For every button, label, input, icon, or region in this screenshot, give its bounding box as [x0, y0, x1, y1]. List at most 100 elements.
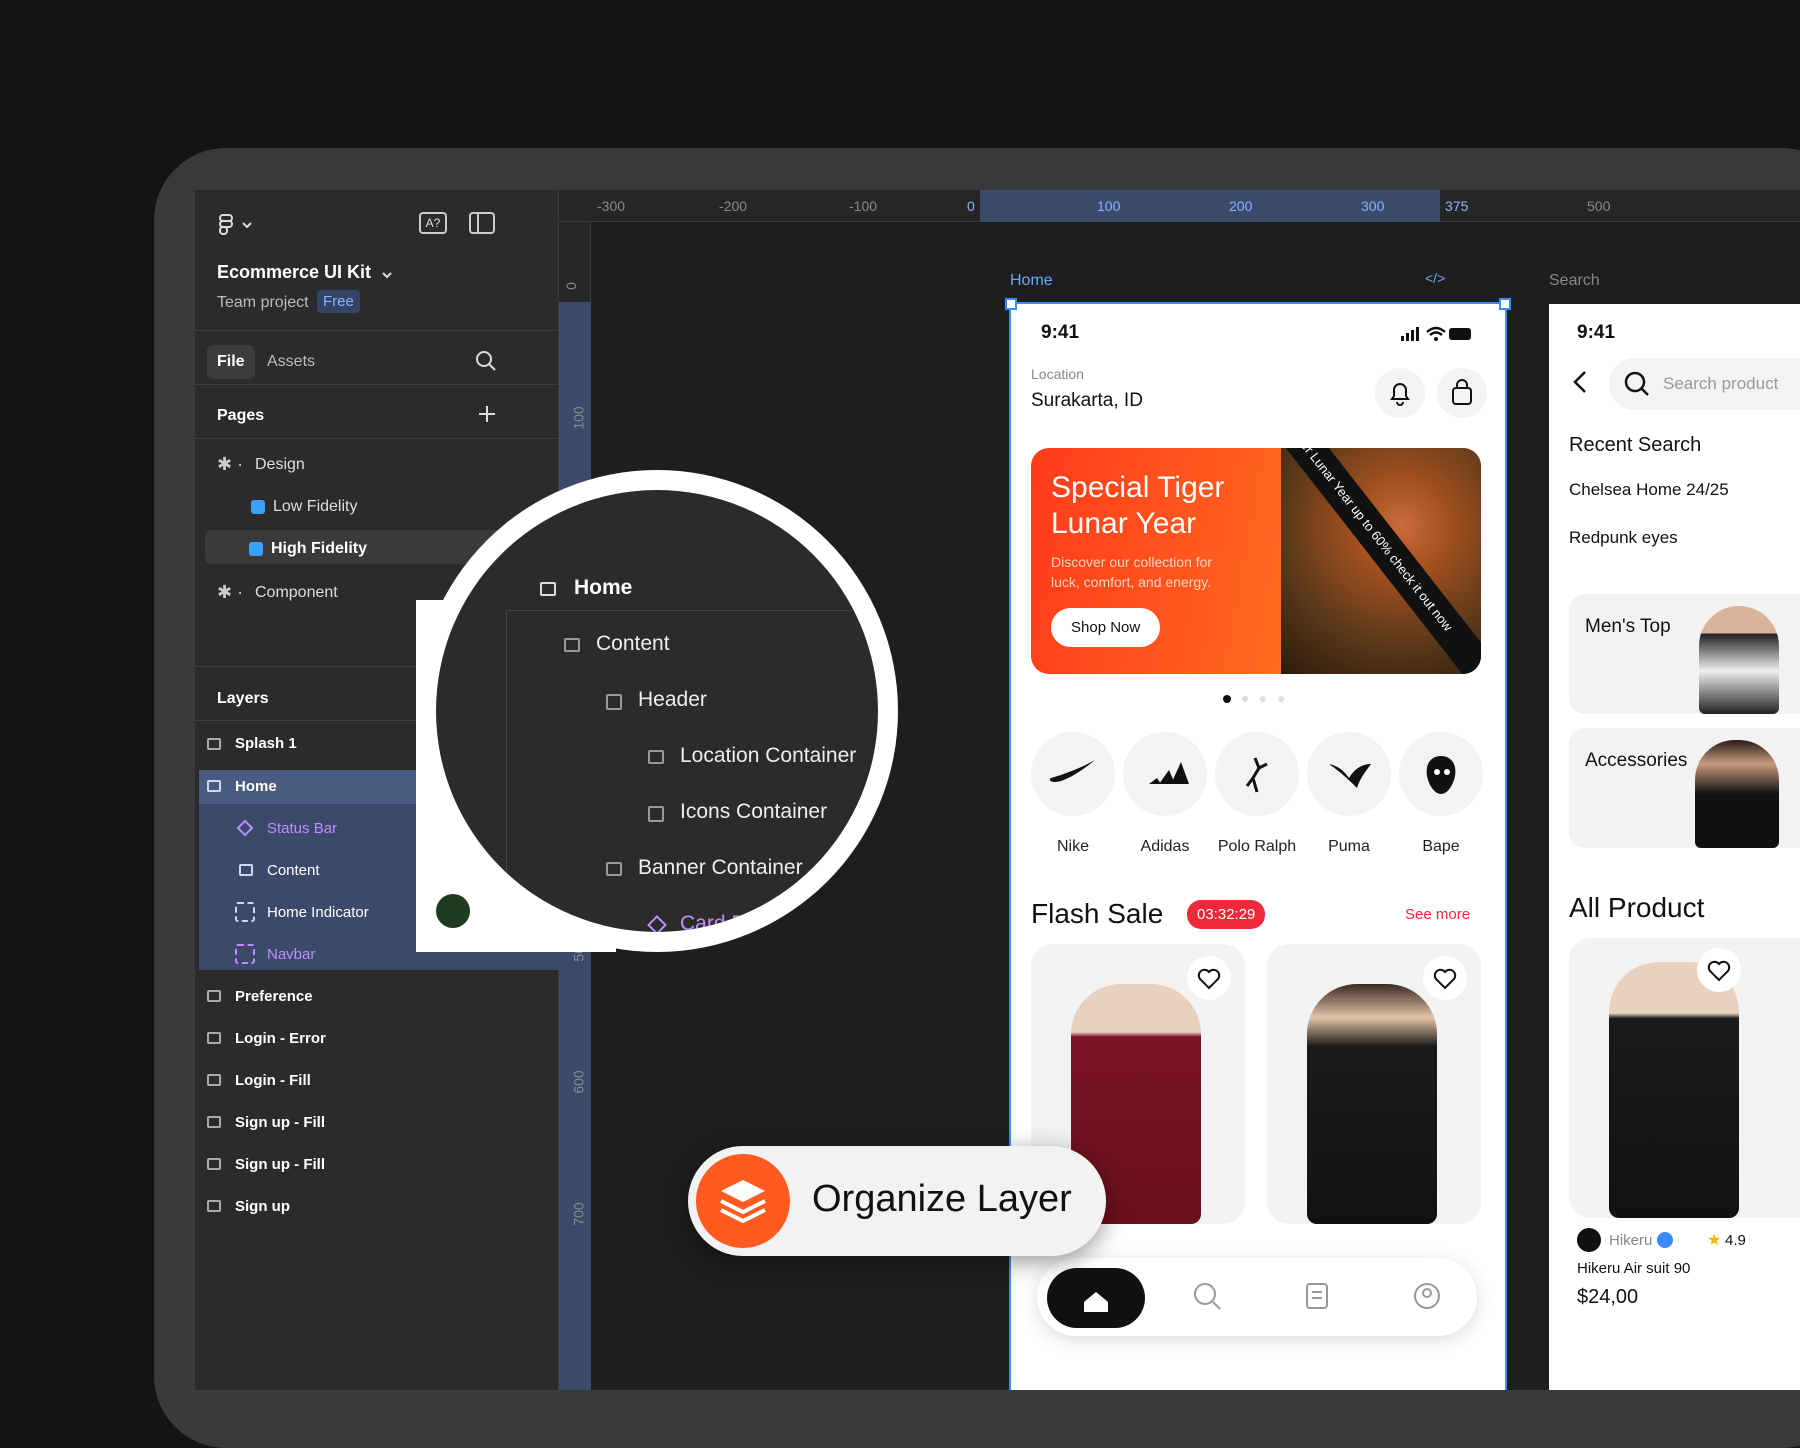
favorite-button[interactable]	[1423, 956, 1467, 1000]
orders-icon[interactable]	[1297, 1276, 1337, 1316]
brand-bape[interactable]	[1399, 732, 1483, 816]
ruler-tick: -300	[597, 198, 626, 214]
magnified-header[interactable]: Header	[638, 688, 707, 712]
page-design[interactable]: Design	[255, 456, 305, 474]
frame-icon	[207, 780, 221, 792]
resize-handle[interactable]	[1499, 298, 1511, 310]
search-icon[interactable]	[1187, 1276, 1227, 1316]
product-card[interactable]	[1569, 938, 1800, 1218]
search-icon	[1623, 370, 1651, 398]
location-value[interactable]: Surakarta, ID	[1031, 390, 1143, 412]
category-card-mens-top[interactable]: Men's Top	[1569, 594, 1800, 714]
recent-search-item[interactable]: Redpunk eyes	[1569, 528, 1678, 548]
magnified-content[interactable]: Content	[596, 632, 670, 656]
chevron-down-icon[interactable]	[381, 268, 393, 279]
ruler-tick: 0	[967, 198, 975, 214]
magnified-home[interactable]: Home	[574, 576, 632, 600]
figma-menu-icon[interactable]	[217, 214, 257, 236]
layer-home[interactable]: Home	[235, 778, 277, 795]
magnified-banner-container[interactable]: Banner Container	[638, 856, 803, 880]
brand-adidas[interactable]	[1123, 732, 1207, 816]
auto-layout-icon	[648, 806, 664, 822]
file-name[interactable]: Ecommerce UI Kit	[217, 262, 371, 283]
brand-nike[interactable]	[1031, 732, 1115, 816]
tab-file[interactable]: File	[207, 345, 255, 379]
see-more-link[interactable]: See more	[1405, 906, 1470, 923]
page-component[interactable]: Component	[255, 584, 338, 602]
category-card-accessories[interactable]: Accessories	[1569, 728, 1800, 848]
banner-title: Special Tiger Lunar Year	[1051, 471, 1225, 540]
banner-text: Discover our collection for luck, comfor…	[1051, 554, 1213, 590]
code-icon[interactable]: </>	[1425, 270, 1445, 286]
layer-status-bar[interactable]: Status Bar	[267, 820, 337, 837]
layer-splash-1[interactable]: Splash 1	[235, 735, 297, 752]
shop-now-button[interactable]: Shop Now	[1051, 608, 1161, 647]
frame-search[interactable]: 9:41 Search product Recent Search Chelse…	[1549, 304, 1800, 1390]
search-placeholder: Search product	[1663, 374, 1779, 393]
magnified-location-container[interactable]: Location Container	[680, 744, 856, 768]
flash-sale-timer: 03:32:29	[1187, 900, 1266, 929]
layer-sign-up-fill[interactable]: Sign up - Fill	[235, 1114, 325, 1131]
category-image-mens-top	[1699, 606, 1779, 714]
panel-toggle-icon[interactable]	[469, 212, 495, 234]
ruler-tick: -100	[849, 198, 878, 214]
carousel-dots[interactable]	[1223, 690, 1293, 703]
layer-preference[interactable]: Preference	[235, 988, 313, 1005]
brand-polo-ralph[interactable]	[1215, 732, 1299, 816]
brand-puma[interactable]	[1307, 732, 1391, 816]
organize-layer-label: Organize Layer	[812, 1178, 1072, 1220]
layer-sign-up[interactable]: Sign up	[235, 1198, 290, 1215]
ai-icon[interactable]: A?	[419, 212, 447, 234]
magnified-card-banner[interactable]: Card Bann	[680, 912, 780, 932]
frame-icon	[207, 1158, 221, 1170]
page-low-fidelity[interactable]: Low Fidelity	[273, 498, 357, 516]
frame-icon	[207, 738, 221, 750]
ruler-tick: 600	[570, 1070, 587, 1094]
brand-label: Puma	[1328, 838, 1370, 855]
recent-search-item[interactable]: Chelsea Home 24/25	[1569, 480, 1729, 500]
layer-login-fill[interactable]: Login - Fill	[235, 1072, 311, 1089]
product-image-black-track-jacket	[1609, 962, 1739, 1218]
promo-banner[interactable]: Tiger Lunar Year up to 60% check it out …	[1031, 448, 1481, 674]
profile-icon[interactable]	[1407, 1276, 1447, 1316]
location-label: Location	[1031, 366, 1084, 382]
search-icon[interactable]	[475, 350, 497, 372]
horizontal-ruler: -300 -200 -100 0 100 200 300 375 500	[559, 190, 1800, 222]
back-icon[interactable]	[1569, 368, 1593, 396]
frame-icon	[207, 1200, 221, 1212]
layer-navbar[interactable]: Navbar	[267, 946, 315, 963]
brand-label: Adidas	[1140, 838, 1190, 855]
home-icon[interactable]	[1047, 1268, 1145, 1328]
layer-home-indicator[interactable]: Home Indicator	[267, 904, 369, 921]
layer-sign-up-fill-2[interactable]: Sign up - Fill	[235, 1156, 325, 1173]
add-page-icon[interactable]	[477, 404, 497, 424]
project-type: Team project	[217, 294, 309, 311]
product-name: Hikeru Air suit 90	[1577, 1260, 1691, 1277]
frame-label-home[interactable]: Home	[1010, 272, 1053, 290]
layer-login-error[interactable]: Login - Error	[235, 1030, 326, 1047]
layers-icon	[696, 1154, 790, 1248]
brand-label: Nike	[1056, 838, 1089, 855]
ruler-tick: 300	[1361, 198, 1385, 214]
favorite-button[interactable]	[1697, 948, 1741, 992]
frame-label-search[interactable]: Search	[1549, 272, 1600, 290]
all-product-title: All Product	[1569, 892, 1705, 923]
tab-assets[interactable]: Assets	[267, 353, 315, 371]
frame-icon	[207, 1032, 221, 1044]
bag-icon[interactable]	[1437, 368, 1487, 418]
product-card[interactable]	[1267, 944, 1481, 1224]
bell-icon[interactable]	[1375, 368, 1425, 418]
frame-icon	[564, 638, 580, 652]
plan-badge[interactable]: Free	[317, 290, 360, 313]
page-high-fidelity[interactable]: High Fidelity	[271, 540, 367, 558]
resize-handle[interactable]	[1005, 298, 1017, 310]
ruler-tick: 0	[562, 282, 579, 290]
favorite-button[interactable]	[1187, 956, 1231, 1000]
page-icon	[249, 542, 263, 556]
layer-content[interactable]: Content	[267, 862, 320, 879]
frame-icon	[648, 750, 664, 764]
magnified-icons-container[interactable]: Icons Container	[680, 800, 827, 824]
ruler-tick: 375	[1445, 198, 1469, 214]
search-input[interactable]: Search product	[1609, 358, 1800, 410]
layers-heading: Layers	[217, 690, 269, 707]
